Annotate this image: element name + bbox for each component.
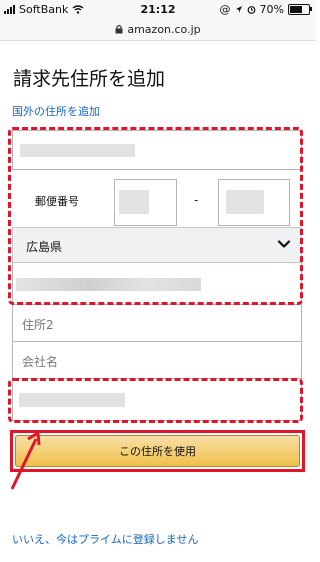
- company-field[interactable]: 会社名: [12, 342, 302, 379]
- address-bar[interactable]: amazon.co.jp: [0, 18, 316, 41]
- highlight-submit-button: この住所を使用: [10, 430, 305, 472]
- location-icon: [235, 6, 242, 13]
- address-line2-field[interactable]: 住所2: [12, 305, 302, 342]
- battery-icon: [288, 4, 312, 15]
- battery-label: 70%: [259, 3, 284, 16]
- highlight-phone-field: [8, 378, 303, 423]
- at-icon: @: [219, 3, 231, 16]
- status-bar: SoftBank 21:12 @ 70%: [0, 0, 316, 18]
- decline-prime-link[interactable]: いいえ、今はプライムに登録しません: [12, 531, 198, 547]
- page-title: 請求先住所を追加: [13, 68, 166, 90]
- lock-icon: [115, 24, 123, 34]
- annotation-arrow-icon: [10, 430, 41, 490]
- international-address-link[interactable]: 国外の住所を追加: [12, 103, 100, 119]
- use-this-address-button[interactable]: この住所を使用: [15, 435, 300, 467]
- address-line2-placeholder: 住所2: [22, 318, 54, 332]
- alarm-icon: [247, 6, 255, 14]
- url-text: amazon.co.jp: [127, 22, 201, 36]
- company-placeholder: 会社名: [22, 355, 59, 369]
- highlight-required-fields: [8, 127, 303, 305]
